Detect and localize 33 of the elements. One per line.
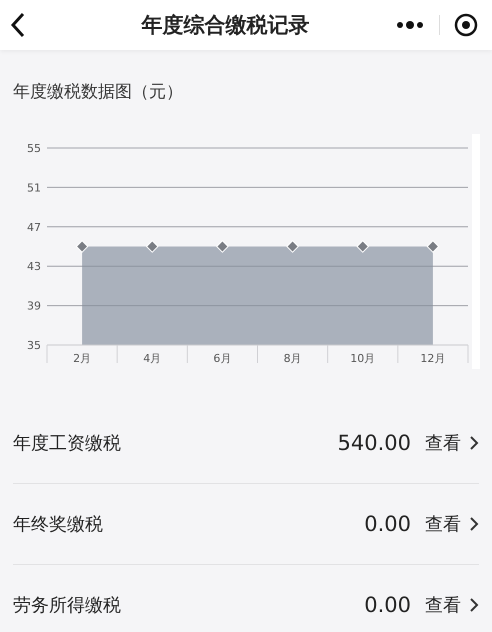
x-tick-label: 4月	[143, 352, 162, 365]
view-link[interactable]: 查看	[425, 512, 461, 536]
row-label: 年终奖缴税	[13, 513, 104, 536]
y-tick-label: 39	[27, 300, 41, 313]
x-tick-label: 2月	[73, 352, 92, 365]
close-icon[interactable]	[454, 13, 478, 37]
more-icon[interactable]	[395, 20, 425, 30]
x-tick-label: 6月	[213, 352, 232, 365]
chevron-icon[interactable]	[469, 597, 479, 613]
amount: 0.00	[364, 593, 411, 617]
amount: 0.00	[364, 512, 411, 536]
view-link[interactable]: 查看	[425, 431, 461, 455]
chart-title: 年度缴税数据图（元）	[12, 81, 184, 104]
row-label: 年度工资缴税	[13, 432, 122, 455]
x-tick-label: 12月	[420, 352, 446, 365]
view-link[interactable]: 查看	[425, 593, 461, 617]
y-tick-label: 55	[27, 142, 41, 155]
data-point	[426, 240, 440, 253]
chevron-icon[interactable]	[469, 516, 479, 532]
y-tick-label: 35	[27, 339, 41, 352]
data-point	[216, 240, 229, 253]
x-tick-label: 10月	[350, 352, 376, 365]
back-icon[interactable]	[10, 12, 26, 38]
chevron-icon[interactable]	[469, 435, 479, 451]
data-point	[76, 240, 88, 253]
amount: 540.00	[338, 431, 411, 455]
y-tick-label: 47	[27, 220, 41, 234]
y-tick-label: 43	[27, 260, 41, 274]
page-title: 年度综合缴税记录	[140, 12, 310, 39]
row-label: 劳务所得缴税	[13, 594, 122, 617]
data-point	[286, 240, 299, 253]
y-tick-label: 51	[27, 181, 41, 194]
x-tick-label: 8月	[284, 352, 302, 365]
